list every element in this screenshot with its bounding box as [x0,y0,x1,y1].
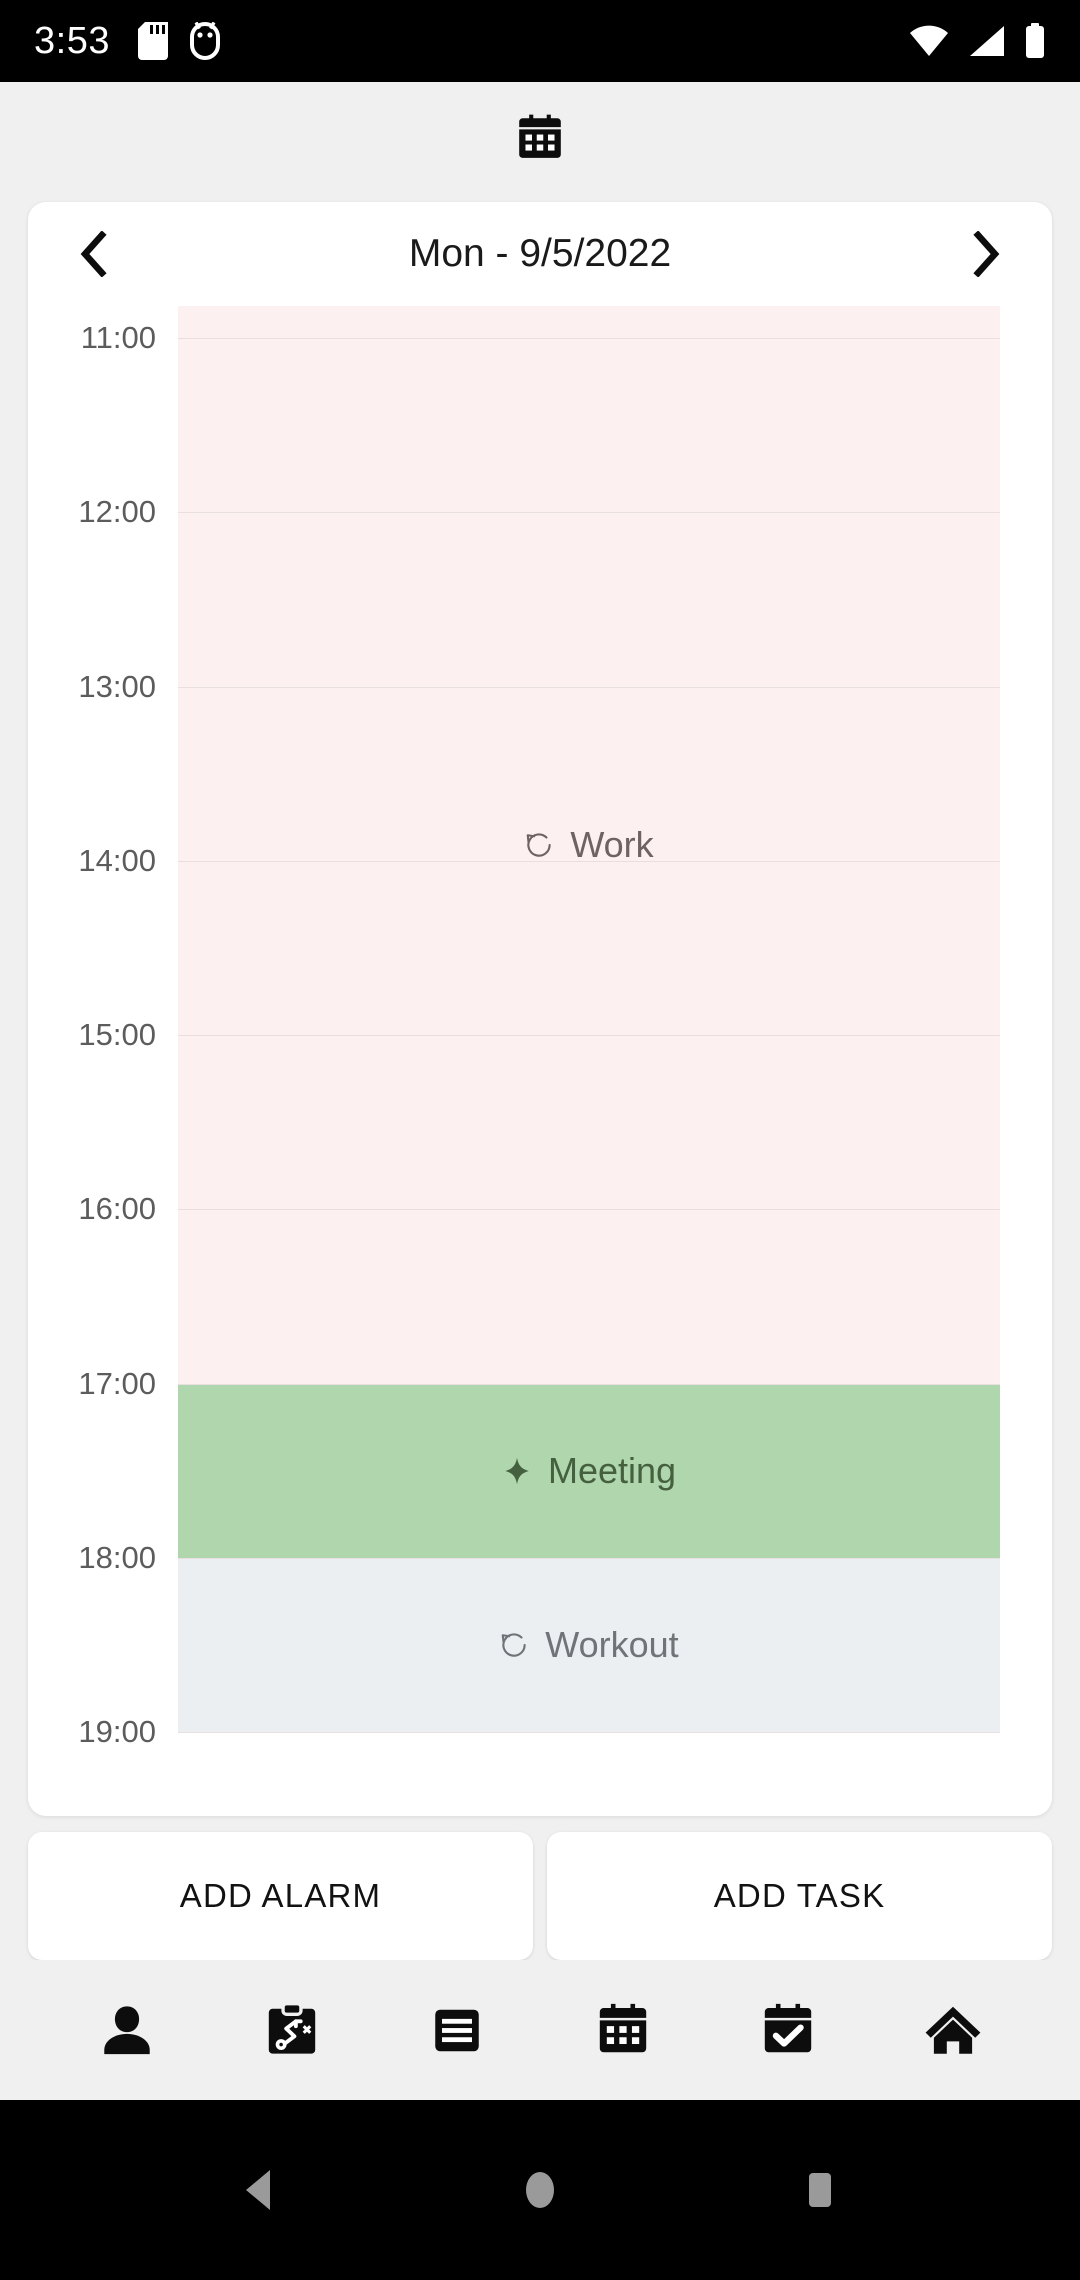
repeat-icon [501,1633,526,1657]
event-label: Work [570,823,654,865]
home-icon [925,2006,981,2054]
system-back-button[interactable] [200,2130,320,2250]
hour-label: 12:00 [78,494,156,530]
hour-label: 15:00 [78,1017,156,1052]
add-alarm-button[interactable]: ADD ALARM [28,1832,533,1960]
android-system-nav [0,2100,1080,2280]
nav-item-home[interactable] [871,1960,1036,2100]
cellular-signal-icon [970,26,1004,56]
nav-item-plan[interactable] [209,1960,374,2100]
hour-gridline [178,860,1000,862]
calendar-check-icon [764,2003,812,2053]
event-label: Meeting [547,1449,677,1491]
sparkle-icon [505,1457,529,1484]
calendar-icon [599,2003,646,2053]
sd-card-icon [137,22,168,60]
hour-label: 14:00 [78,842,156,878]
list-icon [435,2009,480,2052]
day-view-card: Mon - 9/5/2022 Work Meeting Workout 11:00 12… [28,202,1052,1816]
event-content: Workout [499,1623,679,1666]
wifi-icon [910,25,948,56]
hour-gridline [178,686,1000,688]
day-navigation: Mon - 9/5/2022 [28,202,1052,306]
hour-label: 18:00 [78,1539,156,1575]
person-icon [103,2006,150,2055]
hour-gridline [178,1209,1000,1211]
next-day-button[interactable] [954,222,1018,286]
system-home-button[interactable] [480,2130,600,2250]
hour-gridline [178,1557,1000,1559]
strategy-clipboard-icon [268,2001,316,2054]
calendar-icon [519,114,561,158]
action-button-row: ADD ALARM ADD TASK [0,1816,1080,1960]
event-label: Workout [545,1623,679,1665]
hour-gridline [178,338,1000,339]
hour-gridline [178,512,1000,514]
nav-item-list[interactable] [375,1960,540,2100]
status-bar-right-icons [908,23,1046,59]
day-timeline[interactable]: Work Meeting Workout 11:00 12:00 13:00 14:00 15… [28,306,1052,1816]
event-content: Meeting [502,1450,676,1492]
current-date-label: Mon - 9/5/2022 [408,232,672,275]
repeat-icon [527,833,552,857]
nav-item-profile[interactable] [44,1960,209,2100]
hour-label: 17:00 [78,1365,156,1401]
home-circle-icon [526,2172,554,2208]
hour-label: 19:00 [78,1714,156,1749]
status-bar: 3:53 [0,0,1080,82]
status-bar-left-icons [137,22,220,60]
android-debug-icon [189,22,220,60]
status-bar-clock: 3:53 [34,19,110,62]
timeline-event[interactable]: Work [178,306,1000,1384]
timeline-event[interactable]: Workout [178,1557,1000,1732]
recents-square-icon [809,2173,831,2207]
timeline-grid: Work Meeting Workout 11:00 12:00 13:00 14:00 15… [28,306,1052,1756]
hour-label: 13:00 [78,668,156,704]
add-task-button[interactable]: ADD TASK [547,1832,1052,1960]
back-triangle-icon [246,2170,270,2210]
chevron-left-icon [80,231,107,277]
nav-item-tasks[interactable] [705,1960,870,2100]
hour-gridline [178,1732,1000,1733]
hour-label: 16:00 [78,1191,156,1227]
chevron-right-icon [973,231,1000,277]
hour-gridline [178,1035,1000,1036]
previous-day-button[interactable] [62,222,126,286]
nav-item-calendar[interactable] [540,1960,705,2100]
bottom-navigation-bar [0,1960,1080,2100]
timeline-event[interactable]: Meeting [178,1383,1000,1558]
app-bar [0,82,1080,194]
phone-screen: 3:53 Mon - 9/5/2022 Work Meeting Workout… [0,0,1080,2280]
system-recents-button[interactable] [760,2130,880,2250]
battery-icon [1026,23,1044,58]
event-content: Work [524,823,654,866]
hour-label: 11:00 [80,320,156,355]
hour-gridline [178,1383,1000,1385]
